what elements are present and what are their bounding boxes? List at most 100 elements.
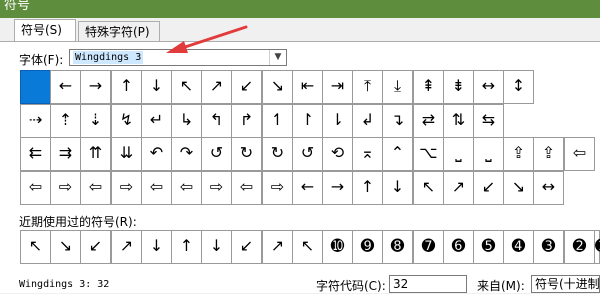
symbol-cell[interactable]: ↗	[201, 70, 232, 104]
recent-symbols: ↖↘↙↗↓↑↓↙↗↖➓➒➑➐➏➎➍➌➋➊	[20, 230, 600, 264]
symbol-cell[interactable]: ←	[50, 70, 81, 104]
recent-symbol-cell[interactable]: ↓	[201, 230, 232, 264]
recent-symbol-cell[interactable]: ↙	[231, 230, 262, 264]
symbol-cell[interactable]: ⇦	[20, 171, 51, 205]
recent-symbols-label: 近期使用过的符号(R):	[19, 215, 137, 229]
symbol-cell[interactable]: ⇪	[503, 137, 534, 171]
symbol-cell[interactable]: ⇦	[171, 171, 202, 205]
symbol-cell[interactable]: →	[322, 171, 353, 205]
symbol-cell[interactable]: ⇦	[564, 137, 595, 171]
recent-symbol-cell[interactable]: ↖	[292, 230, 323, 264]
symbol-cell[interactable]: ↘	[262, 70, 293, 104]
symbol-cell[interactable]: ↷	[171, 137, 202, 171]
recent-symbol-cell[interactable]: ➋	[564, 230, 595, 264]
symbol-cell[interactable]: ⇤	[292, 70, 323, 104]
symbol-cell[interactable]: →	[80, 70, 111, 104]
recent-symbol-cell[interactable]: ↓	[141, 230, 172, 264]
symbol-cell[interactable]: ⇨	[201, 171, 232, 205]
recent-symbol-cell[interactable]: ➒	[352, 230, 383, 264]
symbol-cell[interactable]: ↑	[111, 70, 142, 104]
recent-symbol-cell[interactable]: ➑	[382, 230, 413, 264]
recent-symbol-cell[interactable]: ↖	[20, 230, 51, 264]
symbol-cell[interactable]: ⇅	[443, 104, 474, 138]
symbol-cell[interactable]: ⇦	[231, 171, 262, 205]
symbol-cell[interactable]: ↻	[231, 137, 262, 171]
symbol-grid: ← → ↑ ↓ ↖ ↗ ↙ ↘ ⇤ ⇥ ⤒ ⤓ ⇞ ⇟ ↔ ↕ ⇢ ⇡ ⇣ ↯ ↵ ↳ ↰ ↱ ↿ ↾ ⇂ ↲ ↴ ⇄ ⇅ ⇆ ⇇ ⇉ ⇈ ⇊ ↶ ↷ ↺ ↻…	[20, 70, 600, 205]
symbol-cell[interactable]: ⌅	[352, 137, 383, 171]
symbol-cell[interactable]: ⇦	[141, 171, 172, 205]
symbol-cell[interactable]: ↲	[352, 104, 383, 138]
symbol-cell[interactable]: ⇞	[413, 70, 444, 104]
recent-symbol-cell[interactable]: ➌	[533, 230, 564, 264]
symbol-cell[interactable]: ⇢	[20, 104, 51, 138]
symbol-cell[interactable]: ↓	[141, 70, 172, 104]
symbol-cell[interactable]: ⇄	[413, 104, 444, 138]
font-value: Wingdings 3	[73, 51, 144, 64]
recent-symbol-cell[interactable]: ↗	[111, 230, 142, 264]
symbol-cell[interactable]: ↖	[171, 70, 202, 104]
symbol-cell[interactable]: ⇇	[20, 137, 51, 171]
symbol-cell[interactable]: ↳	[171, 104, 202, 138]
symbol-cell[interactable]: ↶	[141, 137, 172, 171]
symbol-cell[interactable]: ⇡	[50, 104, 81, 138]
recent-symbol-cell[interactable]: ↑	[171, 230, 202, 264]
symbol-cell[interactable]: ↖	[413, 171, 444, 205]
symbol-cell[interactable]: ⇊	[111, 137, 142, 171]
symbol-cell[interactable]: ⌃	[382, 137, 413, 171]
symbol-cell[interactable]: ⇨	[111, 171, 142, 205]
symbol-cell[interactable]: ⎵	[473, 137, 504, 171]
symbol-cell[interactable]: ↺	[201, 137, 232, 171]
symbol-cell[interactable]: ↵	[141, 104, 172, 138]
symbol-cell[interactable]: ↘	[503, 171, 534, 205]
tab-special-characters[interactable]: 特殊字符(P)	[78, 21, 160, 42]
recent-symbol-cell[interactable]: ↘	[50, 230, 81, 264]
symbol-cell[interactable]: ⇣	[80, 104, 111, 138]
symbol-cell[interactable]: ⇨	[262, 171, 293, 205]
symbol-cell[interactable]: ⇪	[533, 137, 564, 171]
recent-symbol-cell[interactable]: ↙	[80, 230, 111, 264]
symbol-cell[interactable]: ⌥	[413, 137, 444, 171]
symbol-cell[interactable]: ↙	[231, 70, 262, 104]
symbol-cell[interactable]: ⇉	[50, 137, 81, 171]
symbol-cell[interactable]: ↻	[262, 137, 293, 171]
symbol-cell[interactable]: ⇈	[80, 137, 111, 171]
symbol-cell[interactable]: ↴	[382, 104, 413, 138]
symbol-cell[interactable]: ↕	[503, 70, 534, 104]
symbol-cell[interactable]: ↺	[292, 137, 323, 171]
symbol-cell[interactable]: ⇟	[443, 70, 474, 104]
font-select[interactable]: Wingdings 3 ▼	[69, 49, 287, 66]
recent-symbol-cell[interactable]: ➎	[473, 230, 504, 264]
symbol-cell[interactable]: ↓	[382, 171, 413, 205]
recent-symbol-cell[interactable]: ➓	[322, 230, 353, 264]
symbol-cell[interactable]: ↱	[231, 104, 262, 138]
symbol-cell[interactable]: ↙	[473, 171, 504, 205]
symbol-cell[interactable]: ↗	[443, 171, 474, 205]
from-select[interactable]: 符号(十进制)	[531, 275, 600, 293]
tab-symbols[interactable]: 符号(S)	[14, 19, 76, 42]
symbol-cell[interactable]: ↯	[111, 104, 142, 138]
symbol-cell[interactable]: ⇦	[80, 171, 111, 205]
symbol-cell[interactable]: ←	[292, 171, 323, 205]
symbol-cell[interactable]: ⇂	[322, 104, 353, 138]
recent-symbol-cell[interactable]: ➏	[443, 230, 474, 264]
symbol-cell[interactable]: ⎵	[443, 137, 474, 171]
recent-symbol-cell[interactable]: ↗	[262, 230, 293, 264]
symbol-cell[interactable]: ↔	[533, 171, 564, 205]
symbol-cell[interactable]: ⤒	[352, 70, 383, 104]
symbol-cell[interactable]: ↿	[262, 104, 293, 138]
symbol-cell[interactable]: ⟲	[322, 137, 353, 171]
recent-symbol-cell[interactable]: ➐	[413, 230, 444, 264]
symbol-cell[interactable]: ⇆	[473, 104, 504, 138]
chevron-down-icon[interactable]: ▼	[269, 50, 286, 65]
symbol-cell[interactable]: ↰	[201, 104, 232, 138]
symbol-cell[interactable]: ↾	[292, 104, 323, 138]
symbol-cell[interactable]: ↔	[473, 70, 504, 104]
recent-symbol-cell[interactable]: ➍	[503, 230, 534, 264]
symbol-cell[interactable]: ⤓	[382, 70, 413, 104]
symbol-cell[interactable]: ⇥	[322, 70, 353, 104]
recent-symbol-cell[interactable]: ➊	[594, 230, 600, 264]
symbol-cell[interactable]	[20, 70, 51, 104]
symbol-cell[interactable]: ↑	[352, 171, 383, 205]
character-code-input[interactable]: 32	[389, 275, 467, 293]
symbol-cell[interactable]: ⇨	[50, 171, 81, 205]
